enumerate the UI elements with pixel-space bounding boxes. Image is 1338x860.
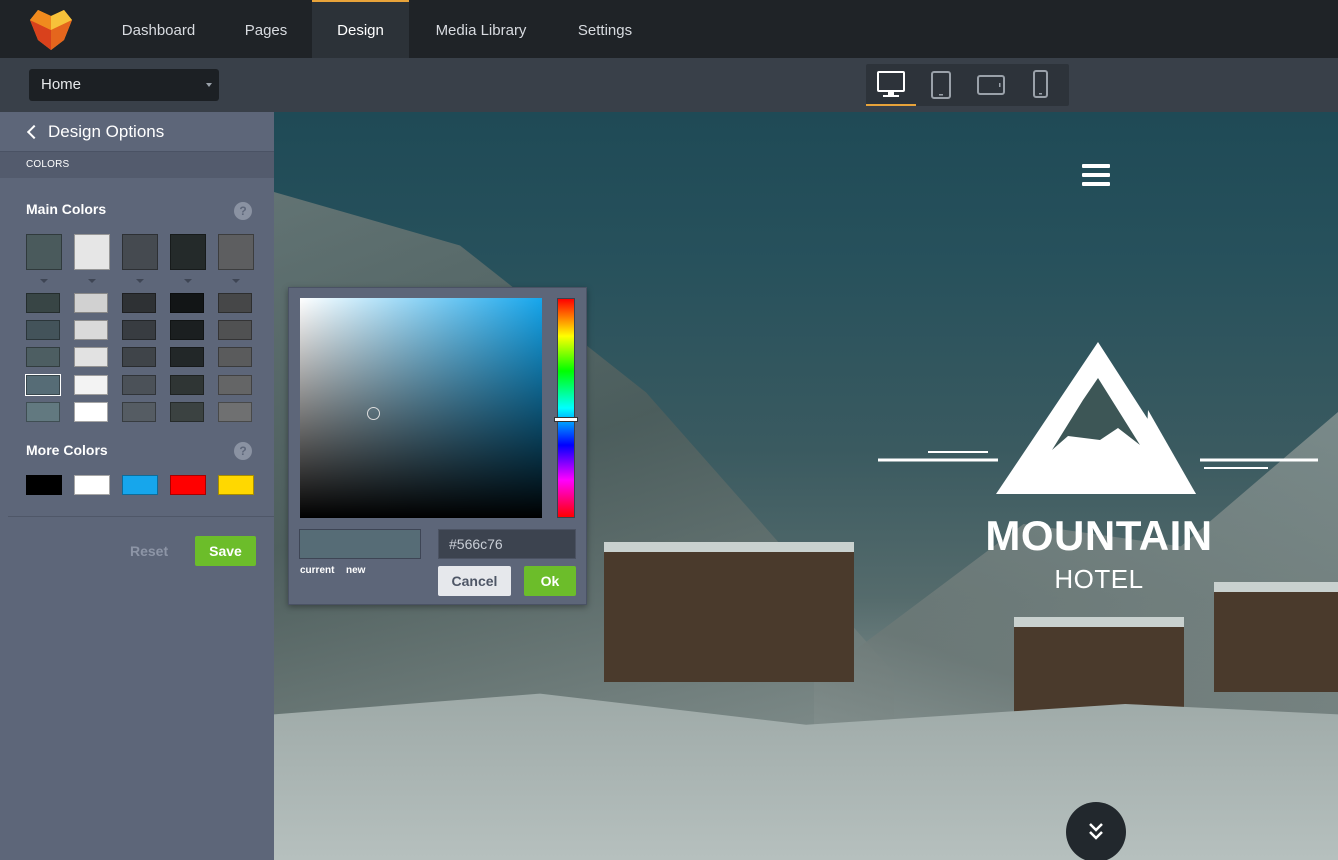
shade-swatch[interactable] bbox=[170, 375, 204, 395]
phone-icon bbox=[1033, 70, 1048, 98]
dropdown-arrow-icon bbox=[184, 279, 192, 283]
nav-settings[interactable]: Settings bbox=[560, 0, 650, 58]
colors-section-label: COLORS bbox=[0, 152, 274, 178]
design-options-panel: Design Options COLORS Main Colors ? More… bbox=[0, 112, 274, 860]
cancel-button[interactable]: Cancel bbox=[438, 566, 511, 596]
shade-swatch[interactable] bbox=[122, 293, 156, 313]
shade-swatch[interactable] bbox=[74, 347, 108, 367]
shade-swatch[interactable] bbox=[26, 402, 60, 422]
ok-button[interactable]: Ok bbox=[524, 566, 576, 596]
shade-swatch[interactable] bbox=[74, 293, 108, 313]
chevron-down-icon bbox=[206, 83, 212, 87]
shade-swatch[interactable] bbox=[25, 374, 61, 396]
hex-input[interactable]: #566c76 bbox=[438, 529, 576, 559]
main-colors-title: Main Colors bbox=[26, 201, 107, 217]
current-label: current bbox=[300, 565, 335, 576]
more-colors-title: More Colors bbox=[26, 442, 108, 458]
tablet-landscape-icon bbox=[977, 75, 1005, 95]
main-color-swatch[interactable] bbox=[74, 234, 110, 270]
shade-swatch[interactable] bbox=[122, 375, 156, 395]
shade-swatch[interactable] bbox=[74, 402, 108, 422]
main-color-swatch[interactable] bbox=[218, 234, 254, 270]
shade-swatch[interactable] bbox=[170, 347, 204, 367]
menu-icon[interactable] bbox=[1082, 164, 1110, 186]
color-cursor[interactable] bbox=[367, 407, 380, 420]
mountain-logo bbox=[878, 342, 1318, 494]
chalet-image bbox=[1214, 582, 1338, 692]
shade-swatch[interactable] bbox=[218, 293, 252, 313]
nav-design[interactable]: Design bbox=[312, 0, 409, 58]
device-switcher bbox=[866, 64, 1069, 106]
more-color-swatch[interactable] bbox=[122, 475, 158, 495]
tablet-portrait-icon bbox=[931, 71, 951, 99]
saturation-value-area[interactable] bbox=[300, 298, 542, 518]
hue-slider-handle[interactable] bbox=[554, 417, 578, 422]
shade-swatch[interactable] bbox=[170, 402, 204, 422]
top-navigation: Dashboard Pages Design Media Library Set… bbox=[0, 0, 1338, 58]
dropdown-arrow-icon bbox=[136, 279, 144, 283]
dropdown-arrow-icon bbox=[232, 279, 240, 283]
double-chevron-down-icon bbox=[1089, 823, 1103, 840]
device-tablet-portrait-button[interactable] bbox=[916, 64, 966, 106]
current-color-preview bbox=[299, 529, 421, 559]
page-select[interactable]: Home bbox=[29, 69, 219, 101]
nav-media-library[interactable]: Media Library bbox=[420, 0, 542, 58]
shade-swatch[interactable] bbox=[26, 347, 60, 367]
more-color-swatch[interactable] bbox=[74, 475, 110, 495]
shade-swatch[interactable] bbox=[74, 375, 108, 395]
shade-swatch[interactable] bbox=[218, 402, 252, 422]
brand-title: MOUNTAIN bbox=[985, 512, 1213, 559]
shade-swatch[interactable] bbox=[218, 320, 252, 340]
toolbar: Home bbox=[0, 58, 1338, 112]
hue-slider[interactable] bbox=[557, 298, 575, 518]
nav-dashboard[interactable]: Dashboard bbox=[107, 0, 210, 58]
color-picker-dialog: current new #566c76 Cancel Ok bbox=[288, 287, 587, 605]
dropdown-arrow-icon bbox=[88, 279, 96, 283]
more-color-swatch[interactable] bbox=[218, 475, 254, 495]
device-desktop-button[interactable] bbox=[866, 64, 916, 106]
shade-swatch[interactable] bbox=[122, 347, 156, 367]
device-phone-button[interactable] bbox=[1016, 64, 1066, 106]
shade-swatch[interactable] bbox=[170, 320, 204, 340]
app-logo[interactable] bbox=[30, 10, 72, 50]
brand-subtitle: HOTEL bbox=[1054, 564, 1144, 594]
main-color-swatch[interactable] bbox=[122, 234, 158, 270]
shade-swatch[interactable] bbox=[218, 347, 252, 367]
shade-swatch[interactable] bbox=[26, 320, 60, 340]
panel-header: Design Options bbox=[0, 112, 274, 152]
new-label: new bbox=[346, 565, 366, 576]
device-tablet-landscape-button[interactable] bbox=[966, 64, 1016, 106]
shade-swatch[interactable] bbox=[122, 320, 156, 340]
save-button[interactable]: Save bbox=[195, 536, 256, 566]
shade-swatch[interactable] bbox=[170, 293, 204, 313]
shade-swatch[interactable] bbox=[74, 320, 108, 340]
reset-button[interactable]: Reset bbox=[130, 543, 168, 559]
more-color-swatch[interactable] bbox=[26, 475, 62, 495]
main-color-swatch[interactable] bbox=[26, 234, 62, 270]
panel-title: Design Options bbox=[48, 122, 165, 141]
main-color-swatch[interactable] bbox=[170, 234, 206, 270]
help-icon[interactable]: ? bbox=[234, 442, 252, 460]
desktop-icon bbox=[877, 71, 905, 97]
shade-swatch[interactable] bbox=[122, 402, 156, 422]
help-icon[interactable]: ? bbox=[234, 202, 252, 220]
chalet-image bbox=[604, 542, 854, 682]
dropdown-arrow-icon bbox=[40, 279, 48, 283]
shade-swatch[interactable] bbox=[218, 375, 252, 395]
page-select-value: Home bbox=[41, 76, 82, 93]
back-arrow-icon[interactable] bbox=[26, 124, 42, 140]
shade-swatch[interactable] bbox=[26, 293, 60, 313]
nav-pages[interactable]: Pages bbox=[230, 0, 302, 58]
scroll-down-button[interactable] bbox=[1066, 802, 1126, 860]
more-color-swatch[interactable] bbox=[170, 475, 206, 495]
divider bbox=[8, 516, 274, 517]
